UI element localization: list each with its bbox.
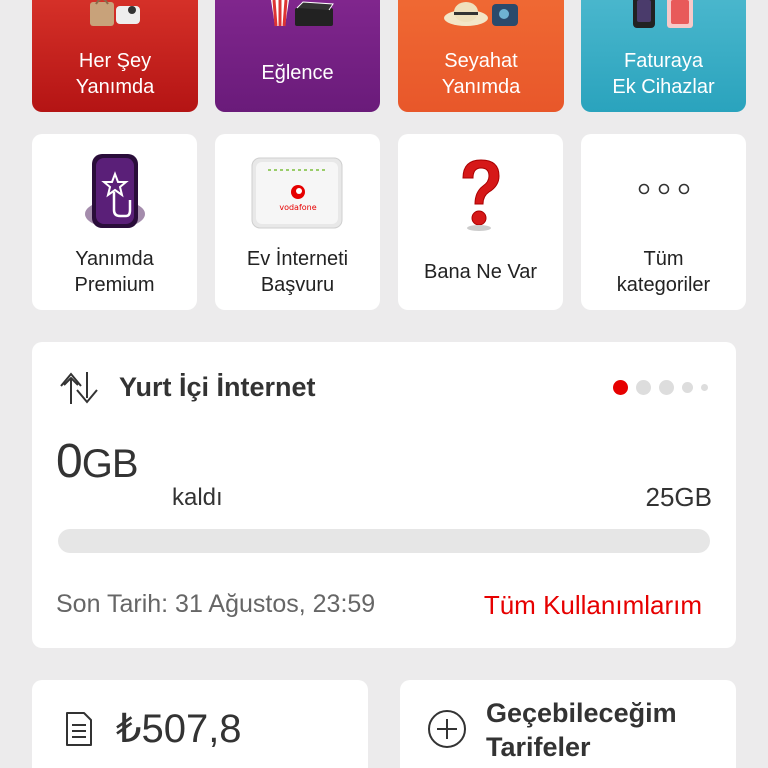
page-dot-active[interactable] <box>613 380 628 395</box>
data-transfer-icon <box>60 372 98 404</box>
tile-her-sey-yanimda[interactable]: Her Şey Yanımda <box>32 0 198 112</box>
tile-ev-interneti-basvuru[interactable]: vodafone Ev İnterneti Başvuru <box>215 134 380 310</box>
devices-icon <box>633 0 693 28</box>
tile-label: Yanımda Premium <box>74 248 155 296</box>
page-dot[interactable] <box>659 380 674 395</box>
tile-label: Eğlence <box>261 62 334 84</box>
more-dots-icon <box>638 183 690 195</box>
page-dot[interactable] <box>682 382 693 393</box>
tile-seyahat-yanimda[interactable]: Seyahat Yanımda <box>398 0 564 112</box>
tariffs-label: Geçebileceğim Tarifeler <box>486 698 677 762</box>
bill-document-icon <box>66 712 92 746</box>
tariffs-card[interactable]: Geçebileceğim Tarifeler <box>400 680 736 768</box>
premium-phone-icon <box>85 154 145 228</box>
remaining-unit: GB <box>81 442 139 486</box>
question-mark-icon <box>462 159 500 231</box>
tile-label: Tüm kategoriler <box>616 248 711 296</box>
tile-label: Faturaya Ek Cihazlar <box>612 50 715 98</box>
tile-label: Ev İnterneti Başvuru <box>246 248 349 296</box>
tile-bana-ne-var[interactable]: Bana Ne Var <box>398 134 563 310</box>
tile-tum-kategoriler[interactable]: Tüm kategoriler <box>581 134 746 310</box>
tile-label: Her Şey Yanımda <box>75 50 155 98</box>
modem-icon: vodafone <box>251 157 343 229</box>
popcorn-clapper-icon <box>271 0 334 27</box>
deadline-text: Son Tarih: 31 Ağustos, 23:59 <box>56 590 376 618</box>
remaining-label: kaldı <box>172 484 223 511</box>
tile-eglence[interactable]: Eğlence <box>215 0 380 112</box>
card-title: Yurt İçi İnternet <box>119 372 316 402</box>
page-dot[interactable] <box>636 380 651 395</box>
page-indicator[interactable] <box>613 380 708 395</box>
balance-amount: ₺507,8 <box>116 707 242 751</box>
balance-card[interactable]: ₺507,8 <box>32 680 368 768</box>
tile-label: Seyahat Yanımda <box>441 50 521 98</box>
remaining-data: 0GB <box>56 434 138 489</box>
tile-label: Bana Ne Var <box>423 261 538 283</box>
internet-usage-card[interactable]: Yurt İçi İnternet 0GB kaldı 25GB Son Tar… <box>32 342 736 648</box>
tile-yanimda-premium[interactable]: Yanımda Premium <box>32 134 197 310</box>
svg-text:vodafone: vodafone <box>279 203 316 212</box>
page-dot[interactable] <box>701 384 708 391</box>
tile-faturaya-ek-cihazlar[interactable]: Faturaya Ek Cihazlar <box>581 0 746 112</box>
remaining-value: 0 <box>56 435 83 488</box>
all-usage-link[interactable]: Tüm Kullanımlarım <box>484 590 702 621</box>
total-quota: 25GB <box>645 482 713 512</box>
add-circle-icon <box>428 710 466 748</box>
travel-hat-icon <box>444 2 518 26</box>
usage-progress-bar <box>58 529 710 553</box>
shopping-bag-icon <box>90 0 140 26</box>
